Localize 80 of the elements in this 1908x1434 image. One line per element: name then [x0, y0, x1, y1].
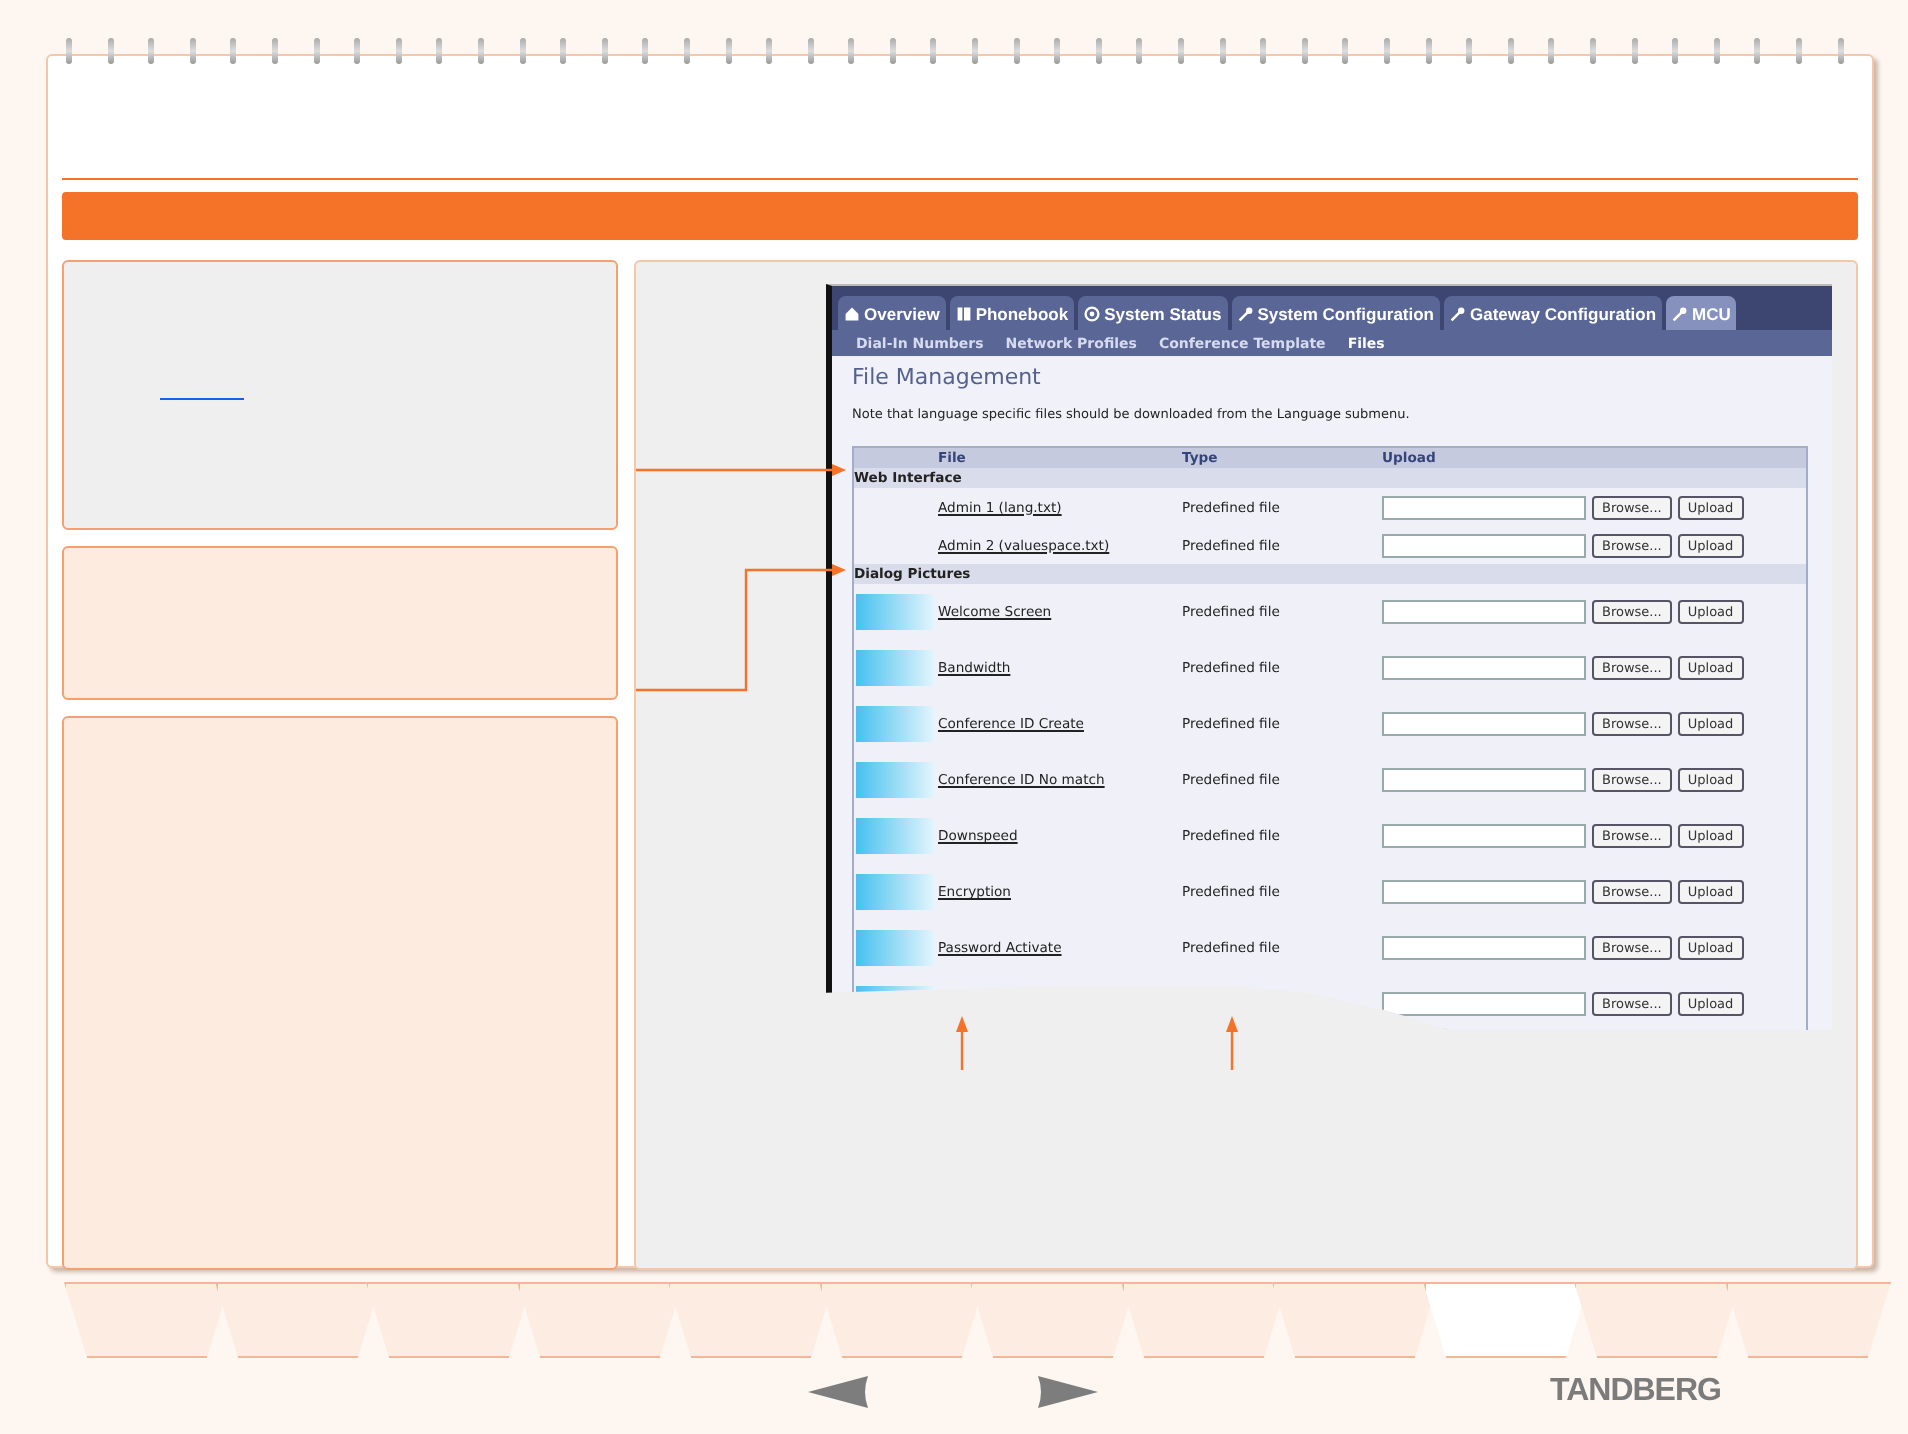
binder-ring-icon	[601, 38, 608, 64]
file-path-field[interactable]	[1382, 495, 1586, 519]
gauge-icon	[1084, 305, 1101, 321]
binder-ring-icon	[1301, 38, 1308, 64]
next-arrow-icon[interactable]	[1034, 1374, 1098, 1410]
link-underline[interactable]	[160, 398, 244, 400]
file-path-field[interactable]	[1382, 600, 1586, 624]
binder-ring-icon	[1631, 38, 1638, 64]
binder-ring-icon	[1589, 38, 1596, 64]
dialog-thumbnail	[856, 762, 936, 798]
binder-ring-icon	[189, 38, 196, 64]
file-path-field[interactable]	[1382, 880, 1586, 904]
binder-ring-icon	[972, 38, 979, 64]
binder-ring-icon	[1548, 38, 1555, 64]
wrench-icon	[1237, 305, 1254, 321]
binder-ring-icon	[560, 38, 567, 64]
binder-ring-icon	[1507, 38, 1514, 64]
binder-ring-icon	[354, 38, 361, 64]
binder-ring-icon	[1713, 38, 1720, 64]
binder-ring-icon	[930, 38, 937, 64]
binder-ring-icon	[1013, 38, 1020, 64]
binder-ring-icon	[848, 38, 855, 64]
binder-ring-icon	[66, 38, 72, 64]
book-icon	[955, 305, 972, 321]
binder-ring-icon	[519, 38, 526, 64]
binder-ring-icon	[1054, 38, 1061, 64]
dialog-thumbnail	[856, 874, 936, 910]
dialog-thumbnail	[856, 818, 936, 854]
binder-ring-icon	[148, 38, 155, 64]
pointer-arrow	[956, 1016, 968, 1070]
menu-tab[interactable]: Overview	[838, 296, 946, 330]
binder-ring-icon	[230, 38, 237, 64]
previous-arrow-icon[interactable]	[808, 1374, 872, 1410]
logo: TANDBERG	[1550, 1374, 1721, 1410]
binder-ring-icon	[1466, 38, 1473, 64]
binder-ring-icon	[725, 38, 731, 64]
binder-ring-icon	[683, 38, 690, 64]
binder-ring-icon	[1672, 38, 1679, 64]
binder-ring-icon	[766, 38, 773, 64]
binder-ring-icon	[1178, 38, 1185, 64]
binder-ring-icon	[807, 38, 814, 64]
binder-ring-icon	[1095, 38, 1102, 64]
binder-ring-icon	[1342, 38, 1349, 64]
file-path-field[interactable]	[1382, 768, 1586, 792]
file-path-field[interactable]	[1382, 656, 1586, 680]
binder-ring-icon	[436, 38, 443, 64]
dialog-thumbnail	[856, 594, 936, 630]
binder-ring-icon	[889, 38, 896, 64]
menu-tab[interactable]: Phonebook	[949, 296, 1075, 330]
page-title: File Management	[852, 364, 1043, 390]
binder-ring-icon	[1795, 38, 1802, 64]
binder-ring-icon	[395, 38, 402, 64]
menu-tab[interactable]: Gateway Configuration	[1444, 296, 1663, 330]
binder-ring-icon	[313, 38, 320, 64]
file-path-field[interactable]	[1382, 992, 1586, 1016]
file-path-field[interactable]	[1382, 533, 1586, 557]
menu-tab[interactable]: System Status	[1078, 296, 1228, 330]
binder-ring-icon	[1425, 38, 1432, 64]
binder-ring-icon	[1136, 38, 1143, 64]
pointer-arrow	[1226, 1016, 1238, 1070]
wrench-icon	[1672, 305, 1689, 321]
home-icon	[844, 305, 860, 321]
binder-ring-icon	[271, 38, 278, 64]
dialog-thumbnail	[856, 650, 936, 686]
binder-ring-icon	[1837, 38, 1844, 64]
binder-ring-icon	[1219, 38, 1226, 64]
file-path-field[interactable]	[1382, 936, 1586, 960]
file-path-field[interactable]	[1382, 824, 1586, 848]
binder-ring-icon	[107, 38, 114, 64]
section-tab[interactable]	[1725, 1282, 1891, 1358]
binder-ring-icon	[1384, 38, 1390, 64]
binder-ring-icon	[642, 38, 649, 64]
binder-ring-icon	[1754, 38, 1761, 64]
binder-ring-icon	[1260, 38, 1267, 64]
menu-tab[interactable]: System Configuration	[1231, 296, 1440, 330]
wrench-icon	[1450, 305, 1466, 321]
dialog-thumbnail	[856, 706, 936, 742]
file-path-field[interactable]	[1382, 712, 1586, 736]
dialog-thumbnail	[856, 930, 936, 966]
binder-ring-icon	[477, 38, 484, 64]
